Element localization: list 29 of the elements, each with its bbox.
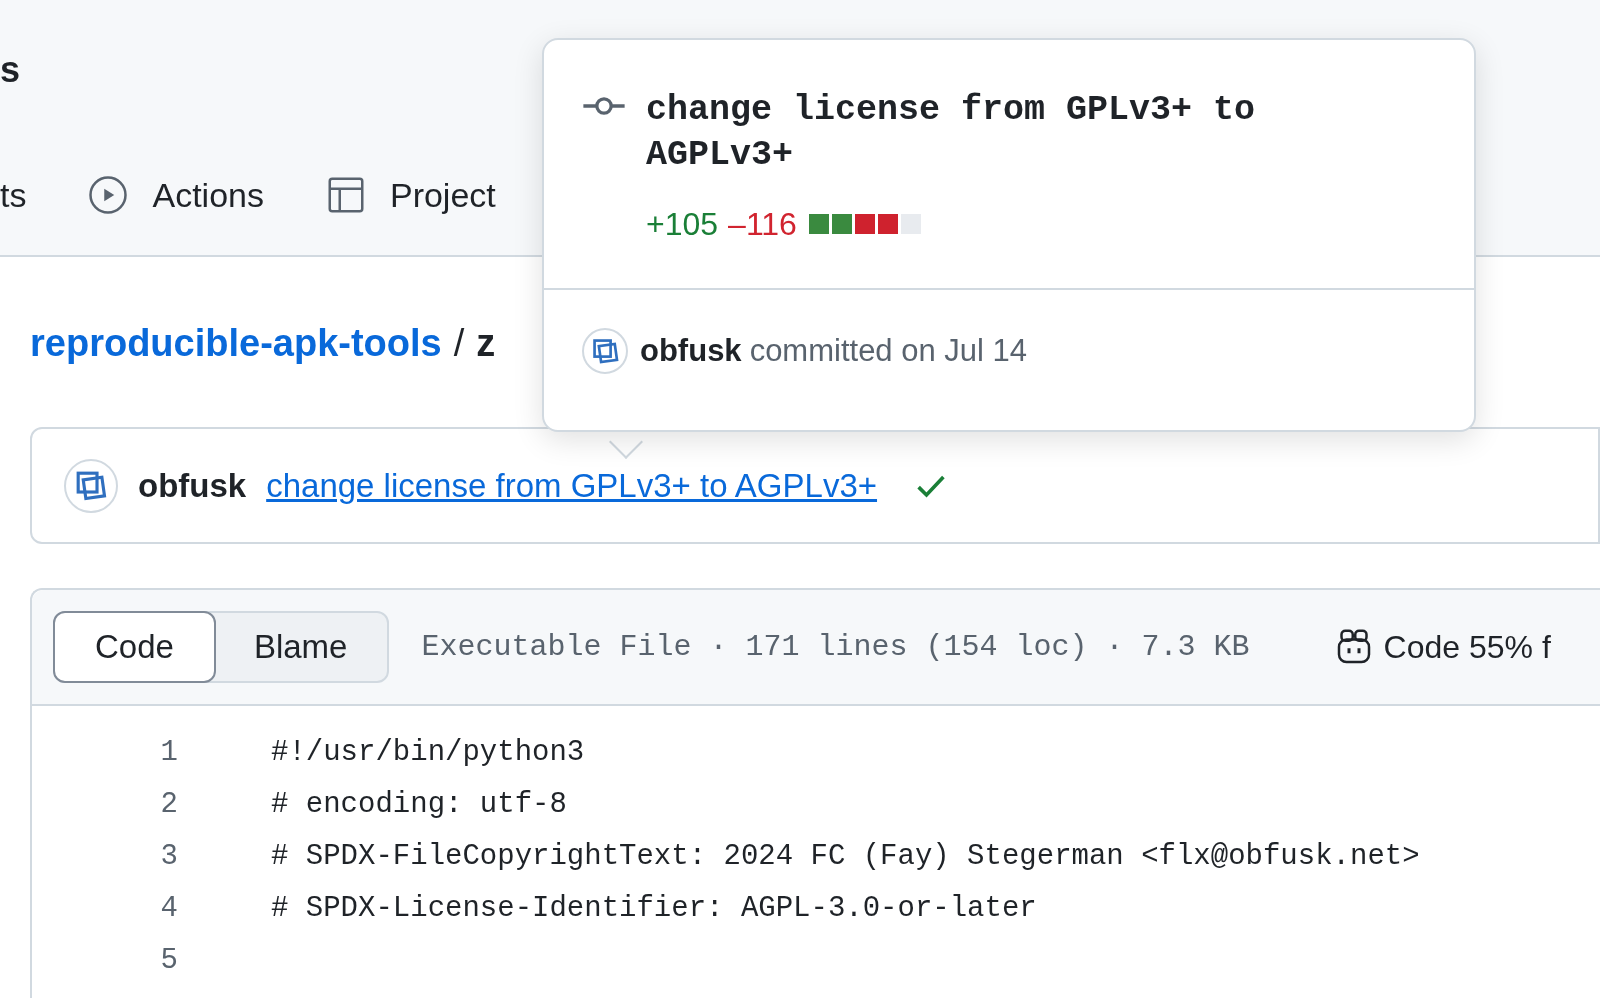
code-line: # encoding: utf-8 bbox=[271, 787, 567, 824]
file-info: Executable File · 171 lines (154 loc) · 7.3 KB bbox=[421, 628, 1250, 666]
code-line: # SPDX-FileCopyrightText: 2024 FC (Fay) Stegerman <flx@obfusk.net> bbox=[271, 839, 1420, 876]
commit-message-link[interactable]: change license from GPLv3+ to AGPLv3+ bbox=[266, 460, 878, 511]
popover-commit-title: change license from GPLv3+ to AGPLv3+ bbox=[646, 89, 1257, 177]
code-line: #!/usr/bin/python3 bbox=[271, 735, 585, 772]
nav-tab[interactable]: Project bbox=[325, 169, 496, 221]
deletions-count: –116 bbox=[728, 205, 797, 244]
repo-link[interactable]: reproducible-apk-tools bbox=[30, 318, 442, 368]
file-name: z bbox=[476, 321, 496, 366]
avatar-icon bbox=[582, 328, 628, 375]
commit-date: committed on Jul 14 bbox=[749, 332, 1028, 370]
play-icon bbox=[88, 175, 129, 215]
nav-tab[interactable]: Actions bbox=[88, 169, 264, 221]
line-number: 2 bbox=[159, 787, 178, 824]
line-number: 4 bbox=[159, 891, 178, 928]
popover-author-link[interactable]: obfusk bbox=[640, 328, 742, 375]
author-link[interactable]: obfusk bbox=[138, 460, 247, 511]
additions-count: +105 bbox=[646, 205, 719, 244]
copilot-button[interactable]: Code 55% f bbox=[1333, 623, 1551, 671]
line-number: 3 bbox=[159, 839, 178, 876]
line-number: 5 bbox=[159, 943, 178, 980]
repo-title: s bbox=[0, 49, 21, 90]
nav-tab[interactable]: ts bbox=[0, 169, 27, 221]
avatar-icon bbox=[64, 458, 118, 513]
path-separator: / bbox=[453, 321, 465, 366]
view-tab[interactable]: Code bbox=[53, 611, 216, 683]
line-number: 1 bbox=[159, 735, 178, 772]
code-line: # SPDX-License-Identifier: AGPL-3.0-or-later bbox=[271, 891, 1037, 928]
